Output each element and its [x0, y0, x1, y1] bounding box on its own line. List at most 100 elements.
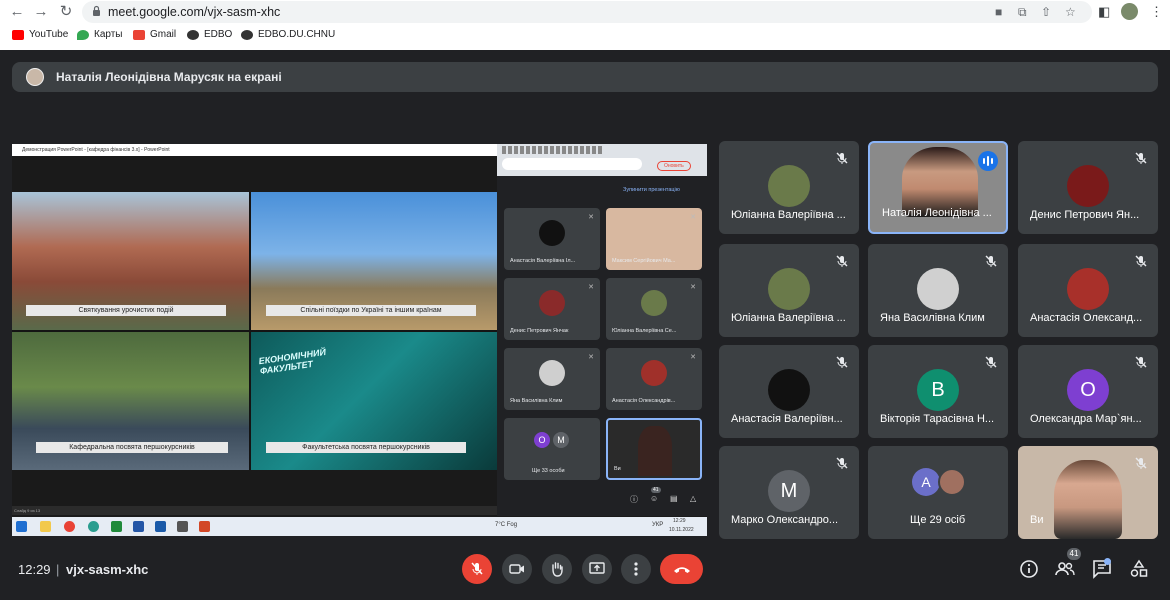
hand-icon: [552, 562, 563, 577]
participant-tile-speaking[interactable]: Наталія Леонідівна ...: [868, 141, 1008, 234]
separator: |: [56, 562, 60, 577]
lock-icon: [93, 5, 100, 16]
present-screen-button[interactable]: [582, 554, 612, 584]
mini-self-video: [638, 426, 672, 476]
camera-toggle-button[interactable]: [502, 554, 532, 584]
participant-letter-avatar: M: [768, 470, 810, 512]
info-icon[interactable]: [1018, 558, 1040, 580]
meeting-code: vjx-sasm-xhc: [66, 562, 149, 577]
participant-tile[interactable]: Анастасія Валеріївн...: [719, 345, 859, 438]
globe-icon: [241, 29, 253, 40]
bookmark-star-icon[interactable]: ☆: [1065, 5, 1076, 19]
participant-letter-avatar: B: [917, 369, 959, 411]
menu-kebab-icon[interactable]: ⋮: [1150, 4, 1163, 20]
mic-off-icon: [1135, 356, 1147, 368]
mic-off-icon: ✕: [588, 354, 594, 361]
participant-tile[interactable]: Денис Петрович Ян...: [1018, 141, 1158, 234]
mini-avatar: [641, 290, 667, 316]
participant-tile[interactable]: Юліанна Валеріївна ...: [719, 141, 859, 234]
participant-tile-others[interactable]: A Ще 29 осіб: [868, 446, 1008, 539]
mini-letter-avatar: O: [534, 432, 550, 448]
mic-off-icon: ✕: [588, 284, 594, 291]
mini-tile: ✕ Максим Сергійович Ма...: [606, 208, 702, 270]
edge-icon: [88, 521, 99, 532]
sidebar-icon[interactable]: ◧: [1098, 4, 1110, 20]
people-icon[interactable]: [1054, 558, 1076, 580]
taskbar-weather: 7°C Fog: [495, 522, 518, 528]
mic-off-icon: [836, 356, 848, 368]
reload-icon[interactable]: ↻: [57, 3, 75, 21]
youtube-icon: [12, 29, 24, 40]
mic-off-icon: [1135, 255, 1147, 267]
forward-icon[interactable]: →: [32, 3, 50, 21]
present-icon: [589, 562, 605, 574]
bookmark-gmail[interactable]: Gmail: [133, 29, 176, 40]
mic-off-icon: ✕: [690, 284, 696, 291]
mini-tile: ✕ Анастасія Валеріївна Іл...: [504, 208, 600, 270]
ppt-status-bar: Слайд 9 из 13: [12, 506, 497, 515]
mini-activities-icon: △: [690, 494, 697, 503]
browser-chrome: ← → ↻ meet.google.com/vjx-sasm-xhc ■ ⧉ ⇧…: [0, 0, 1170, 50]
mini-tabs: [502, 146, 602, 154]
profile-avatar[interactable]: [1121, 3, 1138, 20]
mic-off-icon: ✕: [690, 354, 696, 361]
participant-tile[interactable]: Анастасія Олександ...: [1018, 244, 1158, 337]
back-icon[interactable]: ←: [8, 3, 26, 21]
mini-avatar: [539, 290, 565, 316]
taskbar-lang: УКР: [652, 522, 664, 528]
bookmark-edbo[interactable]: EDBO: [187, 29, 232, 40]
raise-hand-button[interactable]: [542, 554, 572, 584]
bookmark-youtube[interactable]: YouTube: [12, 29, 68, 40]
participant-letter-avatar: O: [1067, 369, 1109, 411]
participant-tile[interactable]: Яна Василівна Клим: [868, 244, 1008, 337]
taskbar-date: 10.11.2022: [669, 527, 694, 533]
outlook-icon: [155, 521, 166, 532]
bookmark-edbo-du-chnu[interactable]: EDBO.DU.CHNU: [241, 29, 335, 40]
mini-info-icon: ⓘ: [630, 495, 638, 504]
mini-update-button: Оновить: [657, 161, 691, 171]
mic-off-icon: [1135, 152, 1147, 164]
gmail-icon: [133, 29, 145, 40]
participant-tile[interactable]: Юліанна Валеріївна ...: [719, 244, 859, 337]
camera-icon[interactable]: ■: [995, 5, 1002, 19]
bookmarks-bar: YouTube Карты Gmail EDBO EDBO.DU.CHNU: [0, 26, 1170, 46]
mic-toggle-button[interactable]: [462, 554, 492, 584]
mic-off-icon: [985, 356, 997, 368]
self-video: [1054, 460, 1122, 539]
url-text: meet.google.com/vjx-sasm-xhc: [108, 5, 281, 19]
participant-avatar: [917, 268, 959, 310]
participant-avatar: [1067, 268, 1109, 310]
mini-meet-view: Зупинити презентацію ✕ Анастасія Валерії…: [497, 176, 707, 516]
mini-people-badge: 41: [651, 487, 661, 493]
more-options-button[interactable]: [621, 554, 651, 584]
mini-tile: ✕ Юліанна Валеріївна Се...: [606, 278, 702, 340]
leave-call-button[interactable]: [660, 554, 703, 584]
address-bar[interactable]: meet.google.com/vjx-sasm-xhc ■ ⧉ ⇧ ☆: [82, 1, 1092, 23]
participant-tile[interactable]: O Олександра Мар`ян...: [1018, 345, 1158, 438]
mini-avatar: [539, 220, 565, 246]
excel-icon: [111, 521, 122, 532]
mini-letter-avatar: M: [553, 432, 569, 448]
participant-avatar: [768, 268, 810, 310]
mini-chat-icon: ▤: [670, 494, 678, 503]
chrome-icon: [64, 521, 75, 532]
taskbar-time: 12:29: [673, 518, 686, 524]
mic-off-icon: [1135, 457, 1147, 469]
mic-off-icon: [836, 152, 848, 164]
meeting-controls-bar: 12:29 | vjx-sasm-xhc 41: [0, 545, 1170, 600]
participant-tile[interactable]: B Вікторія Тарасівна Н...: [868, 345, 1008, 438]
more-vert-icon: [634, 562, 638, 576]
windows-start-icon: [16, 521, 27, 532]
share-icon[interactable]: ⇧: [1041, 5, 1051, 19]
powerpoint-icon: [199, 521, 210, 532]
word-icon: [133, 521, 144, 532]
folder-icon: [40, 521, 51, 532]
mic-off-icon: [985, 255, 997, 267]
translate-icon[interactable]: ⧉: [1018, 5, 1027, 20]
activities-icon[interactable]: [1128, 558, 1150, 580]
participant-tile[interactable]: M Марко Олександро...: [719, 446, 859, 539]
maps-icon: [77, 29, 89, 40]
participant-tile-self[interactable]: Ви: [1018, 446, 1158, 539]
mini-avatar: [539, 360, 565, 386]
bookmark-maps[interactable]: Карты: [77, 29, 123, 40]
